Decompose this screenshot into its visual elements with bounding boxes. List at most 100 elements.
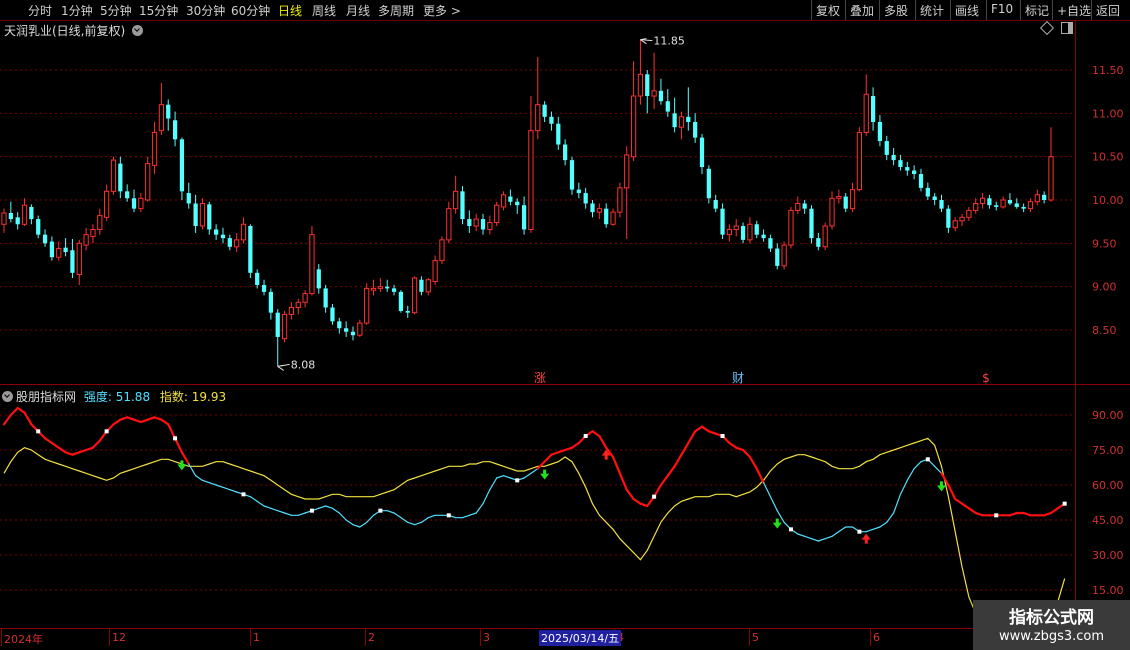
candle-body: [248, 226, 253, 273]
strength-segment: [543, 453, 553, 463]
strength-segment: [810, 538, 819, 542]
candle-body: [29, 206, 34, 220]
indicator-tick-label: 60.00: [1092, 479, 1124, 492]
candle-body: [918, 174, 924, 188]
x-axis-label: 5: [752, 631, 759, 644]
indicator-tick-label: 90.00: [1092, 409, 1124, 422]
strength-segment: [43, 437, 54, 445]
candle-body: [788, 209, 794, 246]
candle-body: [809, 208, 814, 239]
price-tick-label: 10.50: [1092, 151, 1124, 164]
strength-segment: [947, 483, 957, 501]
low-label: 8.08: [291, 358, 316, 371]
buy-arrow-icon: [177, 460, 187, 471]
candle-body: [199, 202, 206, 227]
strength-segment: [934, 465, 943, 474]
x-axis-tick: [1, 629, 2, 646]
strength-segment: [461, 514, 470, 519]
candle-body: [1, 212, 7, 225]
candle-body: [193, 203, 198, 226]
candle-body: [234, 239, 240, 248]
candle-body: [856, 131, 863, 191]
strength-marker: [446, 513, 451, 518]
watermark-title: 指标公式网: [1009, 608, 1094, 628]
strength-segment: [748, 455, 758, 470]
candle-body: [166, 104, 171, 119]
strength-segment: [913, 461, 922, 470]
chevron-down-icon[interactable]: [2, 391, 13, 402]
strength-segment: [2, 413, 12, 426]
candle-body: [487, 222, 493, 230]
stock-chart[interactable]: 8.50 9.00 9.50 10.00 10.50 11.00 11.50 11.85 8.0…: [0, 0, 1130, 650]
candle-body: [1014, 203, 1019, 207]
candle-body: [973, 202, 979, 211]
strength-segment: [523, 472, 532, 479]
strength-segment: [872, 526, 881, 530]
candle-body: [658, 90, 664, 102]
strength-segment: [960, 502, 970, 510]
candle-body: [179, 139, 185, 192]
candle-body: [240, 223, 247, 241]
strength-segment: [632, 497, 642, 505]
strength-segment: [687, 430, 697, 445]
price-tick-label: 11.00: [1092, 107, 1124, 120]
strength-segment: [741, 448, 752, 459]
x-axis-tick: [250, 629, 251, 646]
candle-body: [214, 229, 219, 235]
x-axis-label: 6: [873, 631, 880, 644]
strength-segment: [611, 455, 621, 475]
candle-body: [337, 321, 342, 329]
strength-segment: [482, 489, 491, 505]
strength-segment: [420, 517, 429, 523]
strength-segment: [413, 521, 423, 526]
candle-body: [590, 203, 595, 213]
candle-body: [97, 215, 103, 230]
candle-body: [843, 196, 848, 209]
price-tick-label: 11.50: [1092, 64, 1124, 77]
x-axis-label: 3: [483, 631, 490, 644]
strength-segment: [229, 489, 238, 493]
candle-body: [357, 322, 363, 336]
candle-body: [419, 279, 424, 292]
candle-body: [295, 301, 301, 308]
strength-segment: [222, 486, 231, 491]
candle-body: [1048, 156, 1054, 201]
strength-value: 51.88: [115, 390, 151, 404]
strength-segment: [906, 468, 915, 481]
chevron-down-icon[interactable]: [132, 25, 144, 36]
strength-segment: [283, 512, 293, 516]
low-leader: [277, 363, 290, 367]
candle-body: [268, 291, 274, 313]
candle-body: [686, 116, 691, 122]
strength-segment: [591, 430, 601, 438]
candle-body: [795, 202, 801, 211]
candle-body: [596, 208, 602, 213]
strength-segment: [694, 425, 704, 433]
strength-segment: [345, 519, 354, 526]
candle-body: [556, 123, 561, 145]
strength-segment: [393, 512, 402, 519]
strength-segment: [838, 526, 847, 533]
candle-body: [275, 312, 280, 337]
candle-body: [186, 193, 191, 204]
window-box-icon[interactable]: [1061, 22, 1073, 34]
strength-segment: [666, 465, 676, 477]
candle-body: [884, 141, 889, 155]
candle-body: [460, 191, 465, 220]
strength-segment: [502, 475, 511, 479]
candle-body: [473, 218, 479, 227]
strength-segment: [16, 406, 26, 414]
strength-segment: [893, 493, 902, 514]
strength-segment: [201, 479, 210, 484]
candle-body: [350, 331, 356, 336]
candle-body: [83, 234, 89, 246]
candle-body: [508, 196, 513, 202]
candle-body: [118, 163, 123, 192]
candle-body: [863, 93, 869, 133]
candle-body: [110, 159, 117, 192]
candle-body: [370, 287, 377, 291]
x-axis-tick: [749, 629, 750, 646]
strength-segment: [865, 528, 874, 533]
candle-body: [624, 154, 630, 189]
strength-segment: [256, 500, 265, 507]
